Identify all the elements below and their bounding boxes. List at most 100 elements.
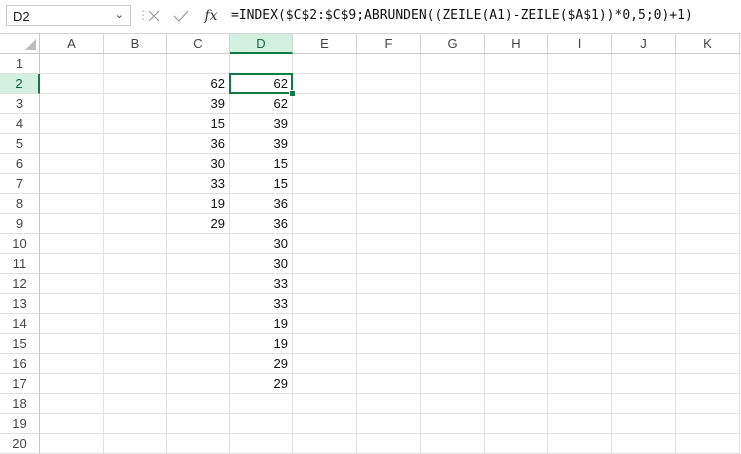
cell-a2[interactable] [40,74,104,94]
cell-a9[interactable] [40,214,104,234]
cell-b11[interactable] [104,254,167,274]
cell-b1[interactable] [104,54,167,74]
row-header-19[interactable]: 19 [0,414,40,434]
cell-a12[interactable] [40,274,104,294]
column-header-f[interactable]: F [357,34,421,54]
column-header-i[interactable]: I [548,34,612,54]
cell-g8[interactable] [421,194,485,214]
cell-h6[interactable] [485,154,548,174]
cell-j14[interactable] [612,314,676,334]
cell-e13[interactable] [293,294,357,314]
column-header-g[interactable]: G [421,34,485,54]
cell-i15[interactable] [548,334,612,354]
cell-d11[interactable]: 30 [230,254,293,274]
column-header-d[interactable]: D [230,34,293,54]
cell-f10[interactable] [357,234,421,254]
cell-d1[interactable] [230,54,293,74]
cell-b16[interactable] [104,354,167,374]
cell-h10[interactable] [485,234,548,254]
cell-i6[interactable] [548,154,612,174]
cell-h13[interactable] [485,294,548,314]
cell-c9[interactable]: 29 [167,214,230,234]
cell-i8[interactable] [548,194,612,214]
row-header-12[interactable]: 12 [0,274,40,294]
cell-h9[interactable] [485,214,548,234]
cell-a4[interactable] [40,114,104,134]
cell-b7[interactable] [104,174,167,194]
cell-j8[interactable] [612,194,676,214]
cell-b15[interactable] [104,334,167,354]
cell-g7[interactable] [421,174,485,194]
column-header-h[interactable]: H [485,34,548,54]
cell-d20[interactable] [230,434,293,454]
cell-d17[interactable]: 29 [230,374,293,394]
cell-e20[interactable] [293,434,357,454]
cell-k12[interactable] [676,274,740,294]
cell-a20[interactable] [40,434,104,454]
row-header-6[interactable]: 6 [0,154,40,174]
cell-j15[interactable] [612,334,676,354]
cell-k19[interactable] [676,414,740,434]
cell-k5[interactable] [676,134,740,154]
cell-d13[interactable]: 33 [230,294,293,314]
cell-k11[interactable] [676,254,740,274]
cell-e4[interactable] [293,114,357,134]
cell-a17[interactable] [40,374,104,394]
cell-e17[interactable] [293,374,357,394]
cell-c13[interactable] [167,294,230,314]
cell-a13[interactable] [40,294,104,314]
cell-k8[interactable] [676,194,740,214]
cell-f8[interactable] [357,194,421,214]
formula-input[interactable]: =INDEX($C$2:$C$9;ABRUNDEN((ZEILE(A1)-ZEI… [228,5,741,26]
cell-g5[interactable] [421,134,485,154]
cell-e11[interactable] [293,254,357,274]
row-header-18[interactable]: 18 [0,394,40,414]
cell-a5[interactable] [40,134,104,154]
cell-k14[interactable] [676,314,740,334]
cell-k2[interactable] [676,74,740,94]
check-icon[interactable] [170,5,192,27]
cell-h3[interactable] [485,94,548,114]
cell-e15[interactable] [293,334,357,354]
cell-a19[interactable] [40,414,104,434]
cell-d15[interactable]: 19 [230,334,293,354]
cell-d9[interactable]: 36 [230,214,293,234]
cell-h19[interactable] [485,414,548,434]
cell-a1[interactable] [40,54,104,74]
cell-d8[interactable]: 36 [230,194,293,214]
row-header-14[interactable]: 14 [0,314,40,334]
cell-k1[interactable] [676,54,740,74]
cell-e14[interactable] [293,314,357,334]
cell-i5[interactable] [548,134,612,154]
cell-c11[interactable] [167,254,230,274]
cell-b17[interactable] [104,374,167,394]
cell-i11[interactable] [548,254,612,274]
cell-i3[interactable] [548,94,612,114]
cell-i17[interactable] [548,374,612,394]
cell-c10[interactable] [167,234,230,254]
cell-e7[interactable] [293,174,357,194]
cell-a18[interactable] [40,394,104,414]
cell-d18[interactable] [230,394,293,414]
cell-g17[interactable] [421,374,485,394]
cell-j9[interactable] [612,214,676,234]
cell-c4[interactable]: 15 [167,114,230,134]
cell-c15[interactable] [167,334,230,354]
row-header-13[interactable]: 13 [0,294,40,314]
cell-k15[interactable] [676,334,740,354]
cell-j5[interactable] [612,134,676,154]
column-header-a[interactable]: A [40,34,104,54]
cell-k3[interactable] [676,94,740,114]
cell-i7[interactable] [548,174,612,194]
cell-g4[interactable] [421,114,485,134]
cell-h5[interactable] [485,134,548,154]
row-header-15[interactable]: 15 [0,334,40,354]
cell-i10[interactable] [548,234,612,254]
cell-j2[interactable] [612,74,676,94]
cell-b4[interactable] [104,114,167,134]
cell-c6[interactable]: 30 [167,154,230,174]
cell-k17[interactable] [676,374,740,394]
cell-h16[interactable] [485,354,548,374]
cell-e2[interactable] [293,74,357,94]
cell-i18[interactable] [548,394,612,414]
